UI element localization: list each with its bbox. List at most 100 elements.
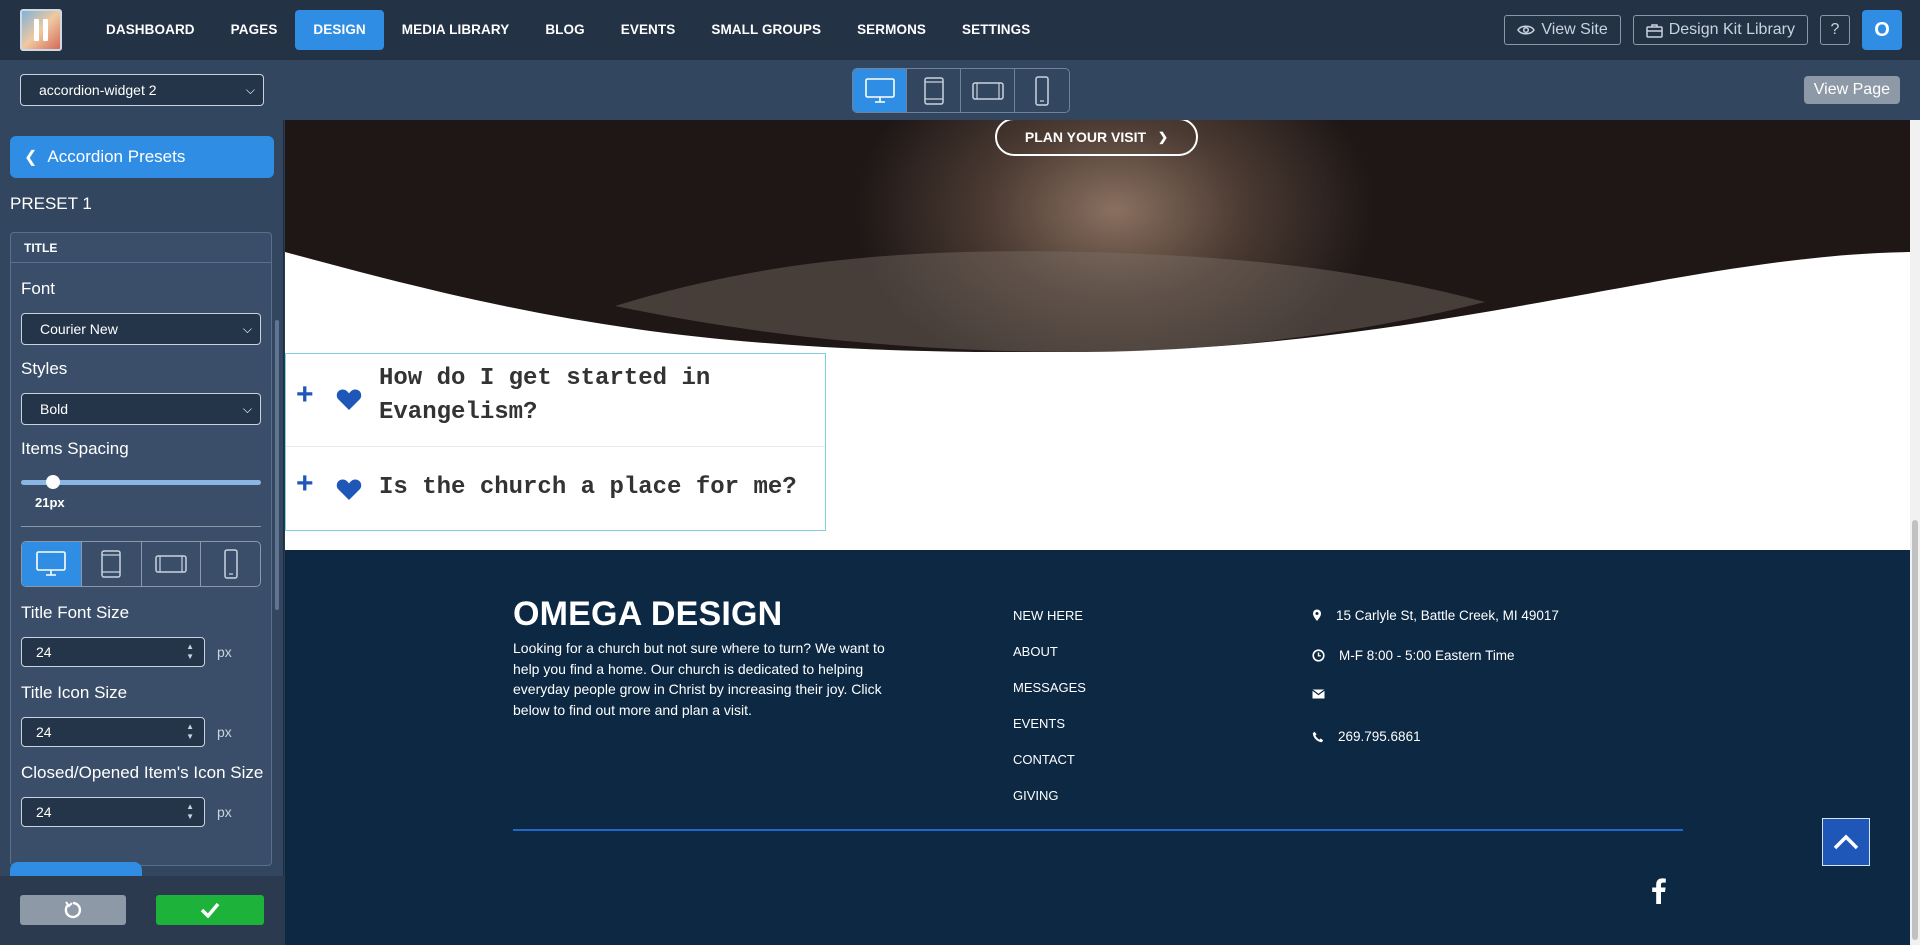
nav-media-library[interactable]: MEDIA LIBRARY — [384, 10, 528, 50]
title-icon-size-value: 24 — [36, 724, 52, 740]
tablet-portrait-icon — [923, 76, 944, 105]
footer-links: NEW HERE ABOUT MESSAGES EVENTS CONTACT G… — [1013, 608, 1086, 824]
main-nav: DASHBOARD PAGES DESIGN MEDIA LIBRARY BLO… — [88, 10, 1048, 50]
spinner-icon[interactable]: ▲ ▼ — [186, 802, 194, 822]
accordion-item[interactable]: + How do I get started in Evangelism? — [286, 354, 825, 446]
nav-events[interactable]: EVENTS — [603, 10, 694, 50]
device-tablet-portrait[interactable] — [907, 69, 961, 112]
top-nav: DASHBOARD PAGES DESIGN MEDIA LIBRARY BLO… — [0, 0, 1920, 60]
view-page-button[interactable]: View Page — [1803, 76, 1900, 104]
map-marker-icon — [1313, 609, 1321, 621]
styles-select[interactable]: Bold ⌵ — [21, 393, 261, 425]
heart-icon — [336, 389, 362, 410]
preview-scrollbar[interactable] — [1910, 120, 1920, 945]
size-device-phone[interactable] — [201, 542, 260, 586]
nav-pages[interactable]: PAGES — [213, 10, 296, 50]
chevron-right-icon: ❯ — [1158, 130, 1169, 144]
apply-button[interactable] — [156, 895, 264, 925]
size-device-switcher — [21, 541, 261, 587]
plus-icon[interactable]: + — [296, 378, 314, 412]
app-logo[interactable] — [20, 9, 62, 51]
phone-text[interactable]: 269.795.6861 — [1338, 729, 1421, 744]
nav-right-actions: View Site Design Kit Library ? O — [1504, 10, 1902, 50]
tablet-portrait-icon — [101, 550, 121, 578]
device-desktop[interactable] — [853, 69, 907, 112]
envelope-icon — [1312, 689, 1325, 699]
title-icon-size-input[interactable]: 24 ▲ ▼ — [21, 717, 205, 747]
nav-small-groups[interactable]: SMALL GROUPS — [693, 10, 839, 50]
check-icon — [200, 902, 220, 918]
device-switcher — [852, 68, 1070, 113]
nav-settings[interactable]: SETTINGS — [944, 10, 1048, 50]
title-font-size-input[interactable]: 24 ▲ ▼ — [21, 637, 205, 667]
help-button[interactable]: ? — [1820, 15, 1850, 45]
widget-select[interactable]: accordion-widget 2 ⌵ — [20, 74, 264, 106]
footer-link[interactable]: ABOUT — [1013, 644, 1086, 680]
desktop-icon — [864, 77, 895, 103]
chevron-up-icon — [1833, 834, 1859, 850]
phone-handset-icon — [1312, 731, 1324, 742]
slider-thumb[interactable] — [46, 475, 60, 489]
unit-label: px — [217, 724, 232, 740]
font-select[interactable]: Courier New ⌵ — [21, 313, 261, 345]
settings-sidebar: ❮ Accordion Presets PRESET 1 TITLE Font … — [0, 120, 284, 945]
plus-icon[interactable]: + — [296, 467, 314, 501]
divider — [21, 526, 261, 527]
chevron-down-icon: ⌵ — [245, 83, 255, 97]
sidebar-scrollbar[interactable] — [275, 320, 279, 610]
spinner-icon[interactable]: ▲ ▼ — [186, 642, 194, 662]
size-device-tablet-portrait[interactable] — [82, 542, 142, 586]
facebook-icon[interactable] — [1652, 878, 1666, 904]
accordion-widget[interactable]: + How do I get started in Evangelism? + … — [285, 353, 826, 531]
spinner-icon[interactable]: ▲ ▼ — [186, 722, 194, 742]
accordion-presets-label: Accordion Presets — [47, 147, 186, 166]
unit-label: px — [217, 804, 232, 820]
accordion-presets-button[interactable]: ❮ Accordion Presets — [10, 136, 274, 178]
nav-dashboard[interactable]: DASHBOARD — [88, 10, 213, 50]
hero-wave-divider — [285, 251, 1910, 360]
footer-link[interactable]: MESSAGES — [1013, 680, 1086, 716]
accordion-item-title: How do I get started in Evangelism? — [379, 362, 710, 430]
device-tablet-landscape[interactable] — [961, 69, 1015, 112]
hours-text: M-F 8:00 - 5:00 Eastern Time — [1339, 648, 1515, 663]
design-kit-library-button[interactable]: Design Kit Library — [1632, 15, 1808, 45]
chevron-down-icon: ⌵ — [242, 322, 252, 336]
nav-sermons[interactable]: SERMONS — [839, 10, 944, 50]
items-spacing-slider[interactable] — [21, 475, 261, 489]
plan-your-visit-button[interactable]: PLAN YOUR VISIT ❯ — [995, 120, 1198, 156]
widget-select-value: accordion-widget 2 — [39, 82, 157, 98]
plan-your-visit-label: PLAN YOUR VISIT — [1024, 129, 1147, 145]
nav-blog[interactable]: BLOG — [527, 10, 602, 50]
contact-email — [1312, 689, 1339, 699]
title-font-size-value: 24 — [36, 644, 52, 660]
nav-design[interactable]: DESIGN — [295, 10, 384, 50]
footer-link[interactable]: CONTACT — [1013, 752, 1086, 788]
view-site-button[interactable]: View Site — [1504, 15, 1621, 45]
title-settings-panel: TITLE Font Courier New ⌵ Styles Bold ⌵ I… — [10, 232, 272, 866]
undo-icon — [64, 901, 82, 919]
reset-button[interactable] — [20, 895, 126, 925]
page-preview: PLAN YOUR VISIT ❯ + How do I get started… — [285, 120, 1910, 945]
size-device-desktop[interactable] — [22, 542, 82, 586]
footer-link[interactable]: EVENTS — [1013, 716, 1086, 752]
user-avatar[interactable]: O — [1862, 10, 1902, 50]
size-device-tablet-landscape[interactable] — [142, 542, 202, 586]
items-spacing-value: 21px — [35, 495, 65, 510]
toolbox-icon — [1645, 23, 1663, 38]
footer-title: OMEGA DESIGN — [513, 595, 783, 633]
phone-icon — [1035, 75, 1049, 106]
contact-address: 15 Carlyle St, Battle Creek, MI 49017 — [1312, 608, 1559, 623]
contact-phone: 269.795.6861 — [1312, 729, 1421, 744]
styles-select-value: Bold — [40, 401, 69, 417]
footer-link[interactable]: GIVING — [1013, 788, 1086, 824]
scrollbar-thumb[interactable] — [1912, 520, 1918, 940]
footer-link[interactable]: NEW HERE — [1013, 608, 1086, 644]
item-icon-size-input[interactable]: 24 ▲ ▼ — [21, 797, 205, 827]
accordion-item[interactable]: + Is the church a place for me? — [286, 447, 825, 531]
footer-divider — [513, 829, 1683, 831]
desktop-icon — [36, 551, 67, 576]
device-phone[interactable] — [1015, 69, 1069, 112]
back-to-top-button[interactable] — [1822, 818, 1870, 866]
panel-title: TITLE — [11, 233, 271, 263]
title-icon-size-label: Title Icon Size — [21, 683, 128, 702]
